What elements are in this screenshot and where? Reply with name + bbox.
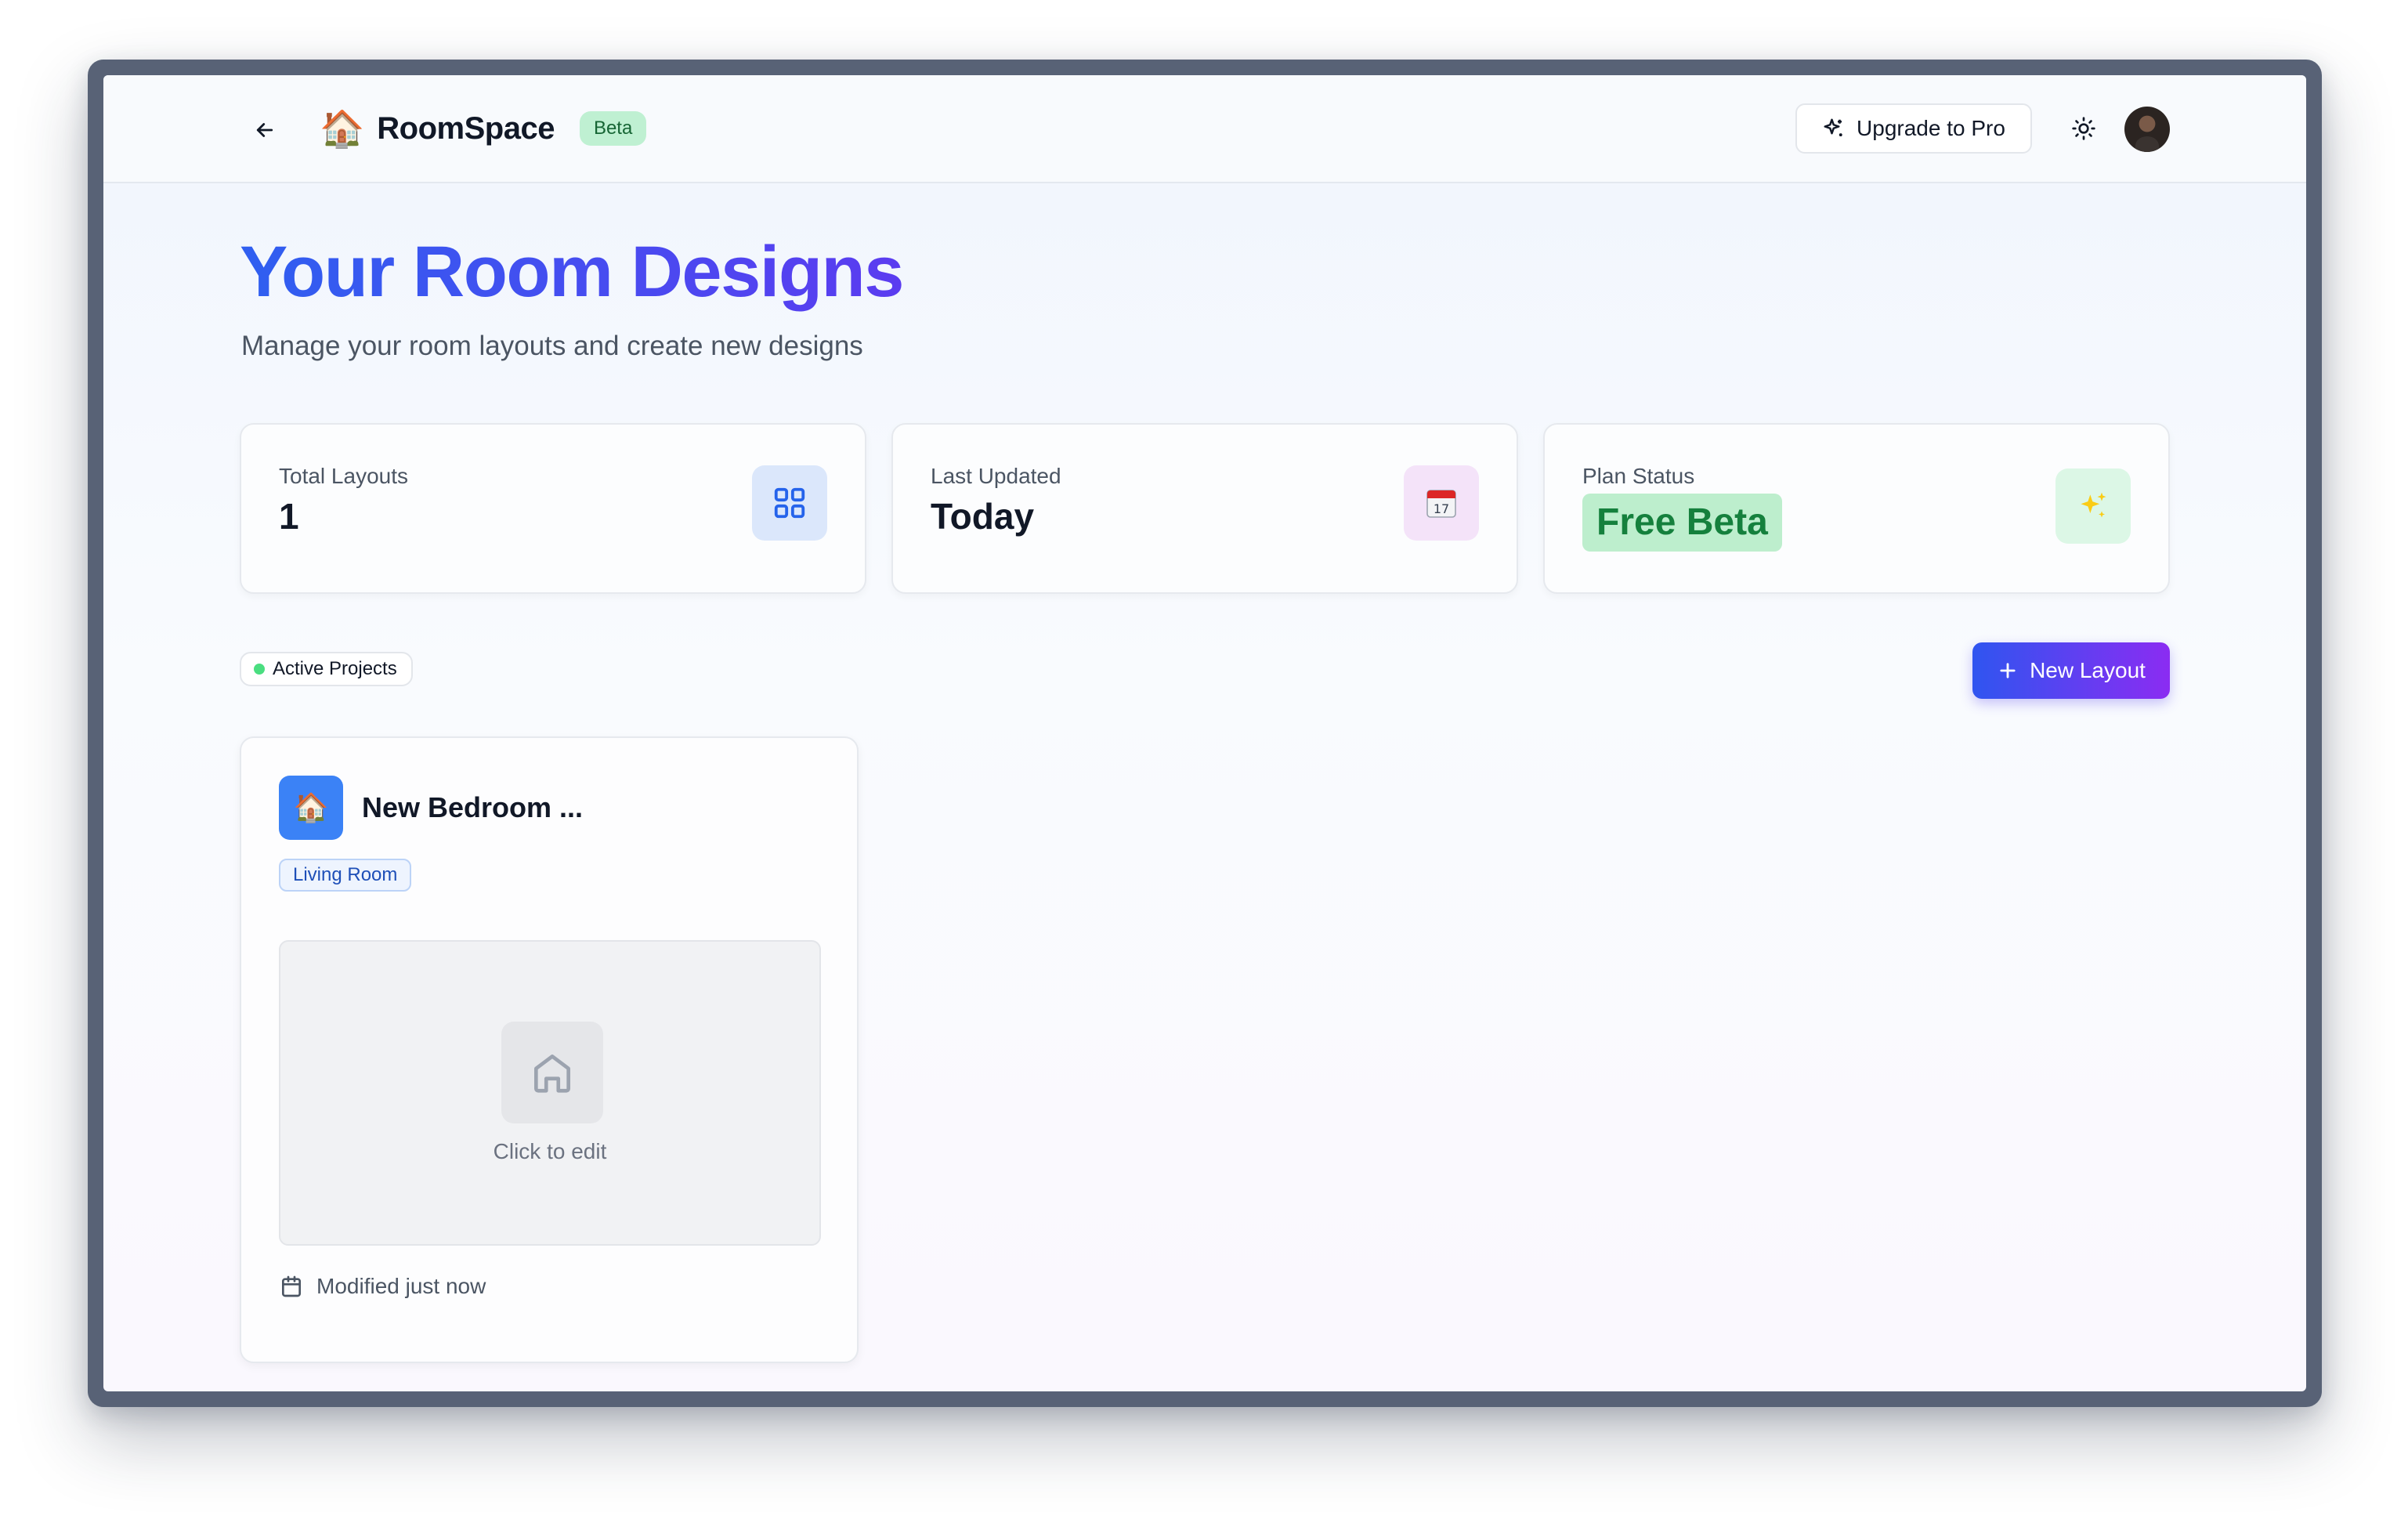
plan-status-value: Free Beta: [1582, 494, 1782, 552]
sun-icon: [2072, 117, 2095, 140]
top-navbar: 🏠 RoomSpace Beta Upgrade to Pro: [103, 75, 2306, 183]
sparkles-icon: [2055, 468, 2131, 544]
active-projects-badge: Active Projects: [240, 652, 413, 686]
new-layout-label: New Layout: [2030, 658, 2146, 682]
page-subtitle: Manage your room layouts and create new …: [241, 331, 863, 361]
svg-text:17: 17: [1434, 501, 1449, 516]
stat-card-plan-status: Plan Status Free Beta: [1543, 423, 2170, 594]
stat-label: Total Layouts: [279, 464, 408, 488]
calendar-icon: 17: [1404, 465, 1479, 541]
grid-icon: [752, 465, 827, 541]
layout-preview[interactable]: Click to edit: [279, 940, 821, 1246]
page-title: Your Room Designs: [240, 229, 904, 315]
app-screen: 🏠 RoomSpace Beta Upgrade to Pro Your Roo…: [103, 75, 2306, 1391]
plus-icon: [2000, 663, 2016, 678]
house-icon: 🏠: [279, 776, 343, 840]
active-projects-label: Active Projects: [273, 658, 397, 679]
upgrade-label: Upgrade to Pro: [1857, 116, 2005, 140]
calendar-outline-icon: [282, 1275, 301, 1297]
stat-label: Plan Status: [1582, 464, 1695, 488]
app-logo[interactable]: 🏠 RoomSpace Beta: [320, 108, 647, 149]
upgrade-button[interactable]: Upgrade to Pro: [1795, 103, 2032, 154]
stat-card-last-updated: Last Updated Today 17: [891, 423, 1518, 594]
stat-label: Last Updated: [931, 464, 1061, 488]
arrow-left-icon: [256, 123, 273, 137]
back-button[interactable]: [248, 113, 282, 147]
theme-toggle-button[interactable]: [2066, 111, 2101, 146]
modified-text: Modified just now: [316, 1274, 486, 1298]
new-layout-button[interactable]: New Layout: [1972, 642, 2170, 699]
sparkles-icon: [1824, 118, 1842, 136]
house-icon: 🏠: [320, 108, 365, 149]
beta-badge: Beta: [579, 111, 647, 146]
status-dot: [254, 664, 265, 675]
room-type-tag: Living Room: [279, 859, 412, 892]
app-name: RoomSpace: [377, 110, 555, 146]
user-avatar[interactable]: [2124, 107, 2170, 152]
preview-hint: Click to edit: [493, 1139, 607, 1163]
stat-card-total-layouts: Total Layouts 1: [240, 423, 866, 594]
home-outline-icon: [501, 1022, 603, 1123]
layout-card[interactable]: 🏠 New Bedroom ... Living Room Click to e…: [240, 736, 859, 1363]
layout-title: New Bedroom ...: [362, 791, 584, 823]
modified-info: Modified just now: [279, 1274, 486, 1299]
stat-value: 1: [279, 496, 299, 537]
browser-frame: 🏠 RoomSpace Beta Upgrade to Pro Your Roo…: [88, 60, 2322, 1407]
stat-value: Today: [931, 496, 1035, 537]
